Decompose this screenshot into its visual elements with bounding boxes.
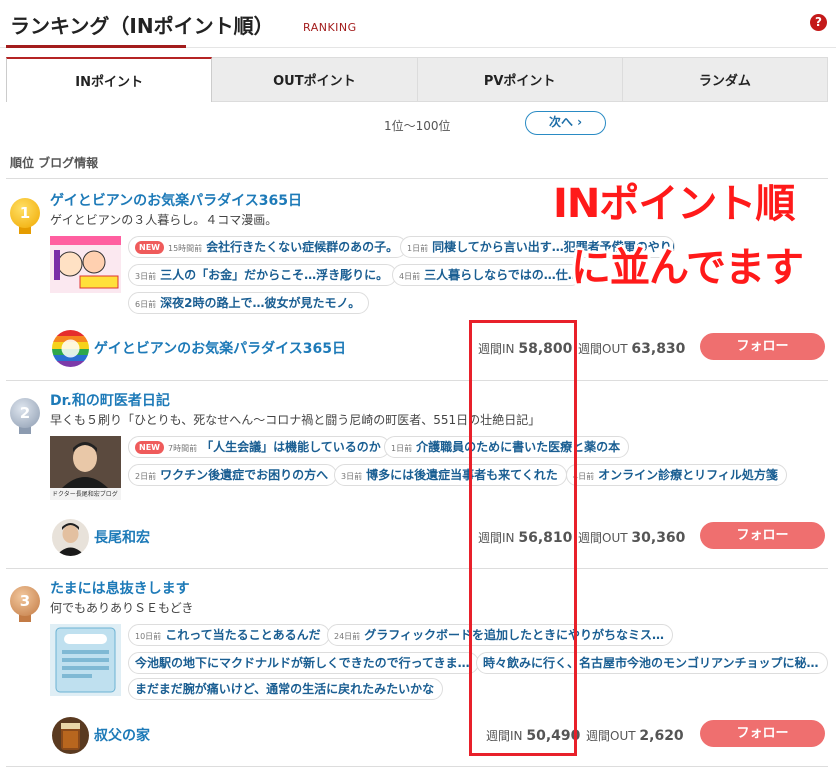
weekly-out-stat: 週間OUT 63,830 (578, 341, 686, 357)
avatar[interactable] (52, 330, 89, 367)
article-link[interactable]: 4日前 オンライン診療とリフィル処方箋 (566, 464, 787, 486)
highlight-box (469, 320, 577, 756)
weekly-out-stat: 週間OUT 2,620 (586, 728, 684, 744)
author-row: 長尾和宏 週間IN 56,810 週間OUT 30,360 フォロー (0, 517, 836, 557)
article-link[interactable]: 今池駅の地下にマクドナルドが新しくできたので行ってきま… (128, 652, 479, 674)
rank-number: 3 (10, 586, 40, 616)
article-link[interactable]: まだまだ腕が痛いけど、通常の生活に戻れたみたいかな (128, 678, 444, 700)
new-badge: NEW (135, 241, 164, 254)
silver-medal-icon: 2 (10, 398, 40, 434)
tab-in-points[interactable]: INポイント (6, 57, 213, 102)
blog-title-link[interactable]: Dr.和の町医者日記 (50, 390, 170, 410)
rank-number: 1 (10, 198, 40, 228)
blog-thumbnail[interactable] (50, 236, 121, 293)
author-name[interactable]: ゲイとビアンのお気楽パラダイス365日 (94, 338, 346, 358)
article-link[interactable]: NEW 7時間前 「人生会議」は機能しているのか (128, 436, 390, 458)
annotation-line-1: INポイント順 (553, 181, 795, 227)
weekly-out-stat: 週間OUT 30,360 (578, 530, 686, 546)
rank-range: 1位～100位 (384, 119, 451, 133)
divider (6, 380, 828, 381)
author-row: ゲイとビアンのお気楽パラダイス365日 週間IN 58,800 週間OUT 63… (0, 328, 836, 368)
title-underline (6, 45, 186, 48)
blog-thumbnail[interactable]: ドクター長尾和宏ブログ (50, 436, 121, 500)
tab-random[interactable]: ランダム (622, 57, 828, 102)
divider (6, 178, 828, 179)
follow-button[interactable]: フォロー (700, 720, 825, 747)
tab-pv-points[interactable]: PVポイント (417, 57, 623, 102)
column-header: 順位 ブログ情報 (10, 156, 99, 170)
article-link[interactable]: 2日前 ワクチン後遺症でお困りの方へ (128, 464, 338, 486)
gold-medal-icon: 1 (10, 198, 40, 234)
blog-description: 何でもありありＳＥもどき (50, 601, 194, 615)
divider (6, 568, 828, 569)
article-link[interactable]: 4日前 三人暮らしならではの…仕… (392, 264, 582, 286)
new-badge: NEW (135, 441, 164, 454)
article-link[interactable]: 10日前 これって当たることあるんだ (128, 624, 330, 646)
page-title: ランキング（INポイント順） (10, 14, 274, 38)
follow-button[interactable]: フォロー (700, 522, 825, 549)
article-link[interactable]: NEW 15時間前 会社行きたくない症候群のあの子。 (128, 236, 408, 258)
divider (6, 766, 828, 767)
article-link[interactable]: 3日前 三人の「お金」だからこそ…浮き彫りに。 (128, 264, 398, 286)
author-name[interactable]: 叔父の家 (94, 725, 150, 745)
pager: 1位～100位 次へ › (0, 110, 836, 140)
annotation-line-2: に並んでます (571, 245, 804, 291)
author-row: 叔父の家 週間IN 50,490 週間OUT 2,620 フォロー (0, 715, 836, 755)
thumbnail-caption: ドクター長尾和宏ブログ (52, 491, 118, 498)
blog-thumbnail[interactable] (50, 624, 121, 696)
avatar[interactable] (52, 717, 89, 754)
blog-description: 早くも５刷り「ひとりも、死なせへん～コロナ禍と闘う尼崎の町医者、551日の壮絶日… (50, 413, 541, 427)
author-name[interactable]: 長尾和宏 (94, 527, 150, 547)
next-page-button[interactable]: 次へ › (525, 111, 606, 135)
blog-title-link[interactable]: たまには息抜きします (50, 578, 190, 598)
follow-button[interactable]: フォロー (700, 333, 825, 360)
rank-number: 2 (10, 398, 40, 428)
blog-title-link[interactable]: ゲイとビアンのお気楽パラダイス365日 (50, 190, 302, 210)
article-link[interactable]: 6日前 深夜2時の路上で…彼女が見たモノ。 (128, 292, 370, 314)
blog-description: ゲイとビアンの３人暮らし。４コマ漫画。 (50, 213, 278, 227)
tab-out-points[interactable]: OUTポイント (212, 57, 418, 102)
ranking-tabs: INポイント OUTポイント PVポイント ランダム (6, 57, 828, 102)
bronze-medal-icon: 3 (10, 586, 40, 622)
page-subtitle: RANKING (303, 21, 357, 34)
page-header: ランキング（INポイント順） RANKING ? (0, 0, 836, 48)
avatar[interactable] (52, 519, 89, 556)
help-icon[interactable]: ? (810, 14, 827, 31)
